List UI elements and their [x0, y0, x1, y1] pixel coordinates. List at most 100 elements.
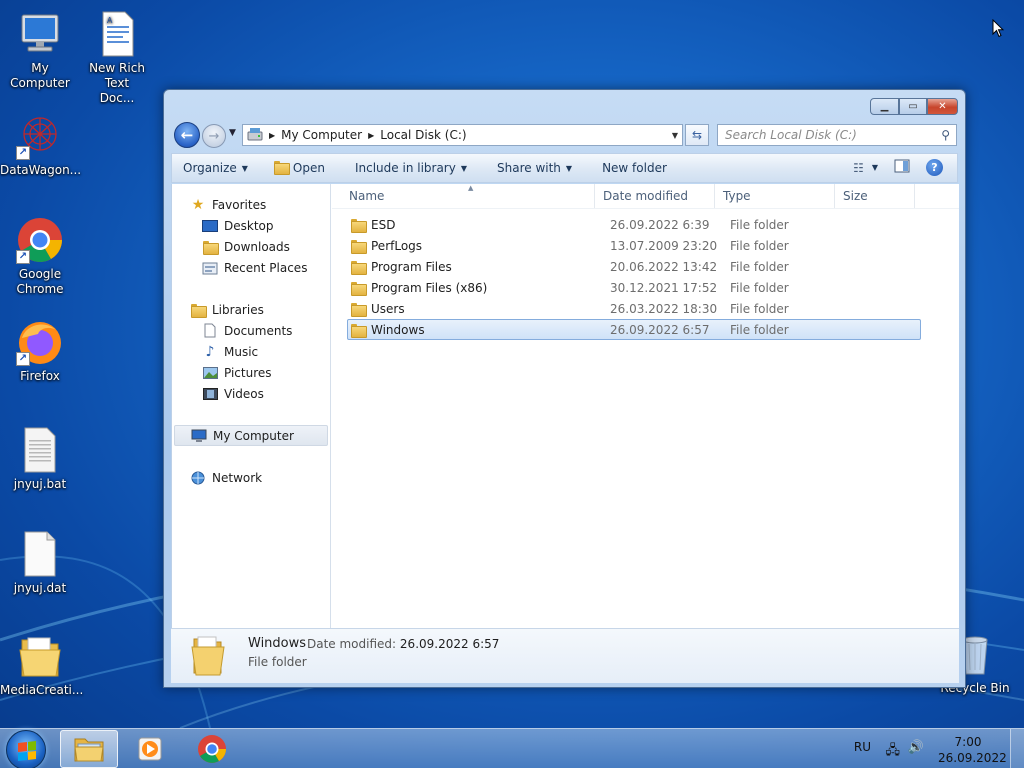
organize-button[interactable]: Organize ▼: [183, 161, 248, 175]
nav-music[interactable]: ♪ Music: [172, 341, 330, 362]
nav-network[interactable]: Network: [172, 467, 330, 488]
language-indicator[interactable]: RU: [854, 740, 871, 754]
desktop-icon-rtf[interactable]: A New Rich Text Doc...: [77, 10, 157, 106]
folder-icon: [351, 218, 367, 233]
desktop-icon-chrome[interactable]: ↗ Google Chrome: [0, 216, 80, 297]
file-name: Users: [371, 301, 405, 316]
nav-label: Music: [224, 344, 259, 359]
explorer-window[interactable]: ▁ ▭ ✕ ← → ▼ ▶ My Computer ▶ Local Disk (…: [163, 89, 966, 688]
datawagon-icon: ↗: [16, 112, 64, 160]
network-tray-icon[interactable]: 🖧: [886, 741, 901, 763]
file-row-selected[interactable]: Windows 26.09.2022 6:57 File folder: [347, 319, 921, 340]
column-headers: ▲ Name Date modified Type Size: [332, 184, 959, 209]
column-header-type[interactable]: Type: [715, 184, 835, 208]
file-row[interactable]: Program Files (x86) 30.12.2021 17:52 Fil…: [347, 277, 921, 298]
file-row[interactable]: Program Files 20.06.2022 13:42 File fold…: [347, 256, 921, 277]
nav-pictures[interactable]: Pictures: [172, 362, 330, 383]
clock-time: 7:00: [954, 735, 982, 749]
file-name: ESD: [371, 217, 396, 232]
media-player-icon: [138, 737, 162, 761]
view-controls: ☷ ▼ ?: [853, 159, 943, 176]
nav-favorites[interactable]: ★ Favorites: [172, 194, 330, 215]
start-button[interactable]: [6, 730, 46, 768]
address-dropdown-icon[interactable]: ▼: [672, 131, 678, 140]
nav-my-computer[interactable]: My Computer: [174, 425, 328, 446]
bat-file-icon: [16, 426, 64, 474]
desktop-icon-label: Google Chrome: [16, 267, 64, 296]
desktop-icon-datawagon[interactable]: ↗ DataWagon...: [0, 112, 81, 178]
close-button[interactable]: ✕: [927, 98, 958, 115]
dat-file-icon: [16, 530, 64, 578]
back-button[interactable]: ←: [174, 122, 200, 148]
taskbar-chrome-button[interactable]: [183, 730, 241, 768]
search-input[interactable]: Search Local Disk (C:) ⚲: [717, 124, 957, 146]
command-bar: Organize ▼ Open Include in library ▼ Sha…: [171, 153, 958, 183]
preview-pane-button[interactable]: [894, 159, 910, 176]
details-type: File folder: [248, 655, 307, 669]
chrome-icon: [198, 735, 226, 763]
view-options-button[interactable]: ☷ ▼: [853, 161, 878, 175]
show-desktop-button[interactable]: [1010, 729, 1024, 768]
nav-videos[interactable]: Videos: [172, 383, 330, 404]
desktop-icon-my-computer[interactable]: My Computer: [0, 10, 80, 91]
taskbar-explorer-button[interactable]: [60, 730, 118, 768]
nav-label: Documents: [224, 323, 293, 338]
file-date: 20.06.2022 13:42: [610, 259, 718, 274]
documents-icon: [202, 323, 218, 339]
clock[interactable]: 7:00 26.09.2022: [938, 734, 1007, 766]
nav-recent-places[interactable]: Recent Places: [172, 257, 330, 278]
file-row[interactable]: ESD 26.09.2022 6:39 File folder: [347, 214, 921, 235]
details-name: Windows: [248, 636, 307, 651]
desktop-icon-jnyuj-bat[interactable]: jnyuj.bat: [0, 426, 80, 492]
file-row[interactable]: PerfLogs 13.07.2009 23:20 File folder: [347, 235, 921, 256]
downloads-icon: [202, 239, 219, 255]
forward-arrow-icon: →: [208, 128, 220, 144]
include-in-library-button[interactable]: Include in library ▼: [355, 161, 467, 175]
file-type: File folder: [730, 238, 789, 253]
forward-button[interactable]: →: [202, 124, 226, 148]
desktop-icon-jnyuj-dat[interactable]: jnyuj.dat: [0, 530, 80, 596]
file-row[interactable]: Users 26.03.2022 18:30 File folder: [347, 298, 921, 319]
navigation-bar: ← → ▼ ▶ My Computer ▶ Local Disk (C:) ▼ …: [171, 120, 958, 148]
breadcrumb-separator[interactable]: ▶: [269, 131, 275, 140]
shortcut-arrow-icon: ↗: [16, 352, 30, 366]
refresh-button[interactable]: ⇆: [685, 124, 709, 146]
nav-libraries[interactable]: Libraries: [172, 299, 330, 320]
share-with-button[interactable]: Share with ▼: [497, 161, 572, 175]
breadcrumb-separator[interactable]: ▶: [368, 131, 374, 140]
minimize-button[interactable]: ▁: [870, 98, 899, 115]
breadcrumb-my-computer[interactable]: My Computer: [281, 128, 362, 142]
file-list: ▲ Name Date modified Type Size ESD 26.09…: [332, 184, 959, 628]
new-folder-button[interactable]: New folder: [602, 161, 667, 175]
file-rows: ESD 26.09.2022 6:39 File folder PerfLogs…: [332, 209, 959, 340]
open-button[interactable]: Open: [273, 160, 325, 176]
search-icon[interactable]: ⚲: [941, 128, 950, 142]
nav-documents[interactable]: Documents: [172, 320, 330, 341]
clock-date: 26.09.2022: [938, 751, 1007, 765]
file-date: 26.09.2022 6:57: [610, 322, 710, 337]
column-header-name[interactable]: Name: [332, 184, 595, 208]
address-bar[interactable]: ▶ My Computer ▶ Local Disk (C:) ▼: [242, 124, 683, 146]
recent-pages-button[interactable]: ▼: [229, 128, 236, 138]
nav-downloads[interactable]: Downloads: [172, 236, 330, 257]
chrome-icon: ↗: [16, 216, 64, 264]
help-button[interactable]: ?: [926, 159, 943, 176]
shortcut-arrow-icon: ↗: [16, 146, 30, 160]
column-header-date[interactable]: Date modified: [595, 184, 715, 208]
nav-label: Videos: [224, 386, 264, 401]
computer-icon: [191, 428, 207, 444]
volume-icon[interactable]: 🔊: [908, 740, 924, 755]
file-name: Program Files (x86): [371, 280, 488, 295]
column-header-size[interactable]: Size: [835, 184, 915, 208]
breadcrumb-local-disk[interactable]: Local Disk (C:): [380, 128, 466, 142]
explorer-icon: [74, 738, 104, 762]
desktop-icon-mediacreation[interactable]: MediaCreati...: [0, 632, 83, 698]
nav-label: Libraries: [212, 302, 264, 317]
nav-desktop[interactable]: Desktop: [172, 215, 330, 236]
chevron-down-icon: ▼: [241, 163, 248, 173]
nav-label: Desktop: [224, 218, 274, 233]
maximize-button[interactable]: ▭: [899, 98, 927, 115]
desktop-icon-firefox[interactable]: ↗ Firefox: [0, 318, 80, 384]
taskbar-media-player-button[interactable]: [121, 730, 179, 768]
details-date-value: 26.09.2022 6:57: [399, 637, 500, 651]
